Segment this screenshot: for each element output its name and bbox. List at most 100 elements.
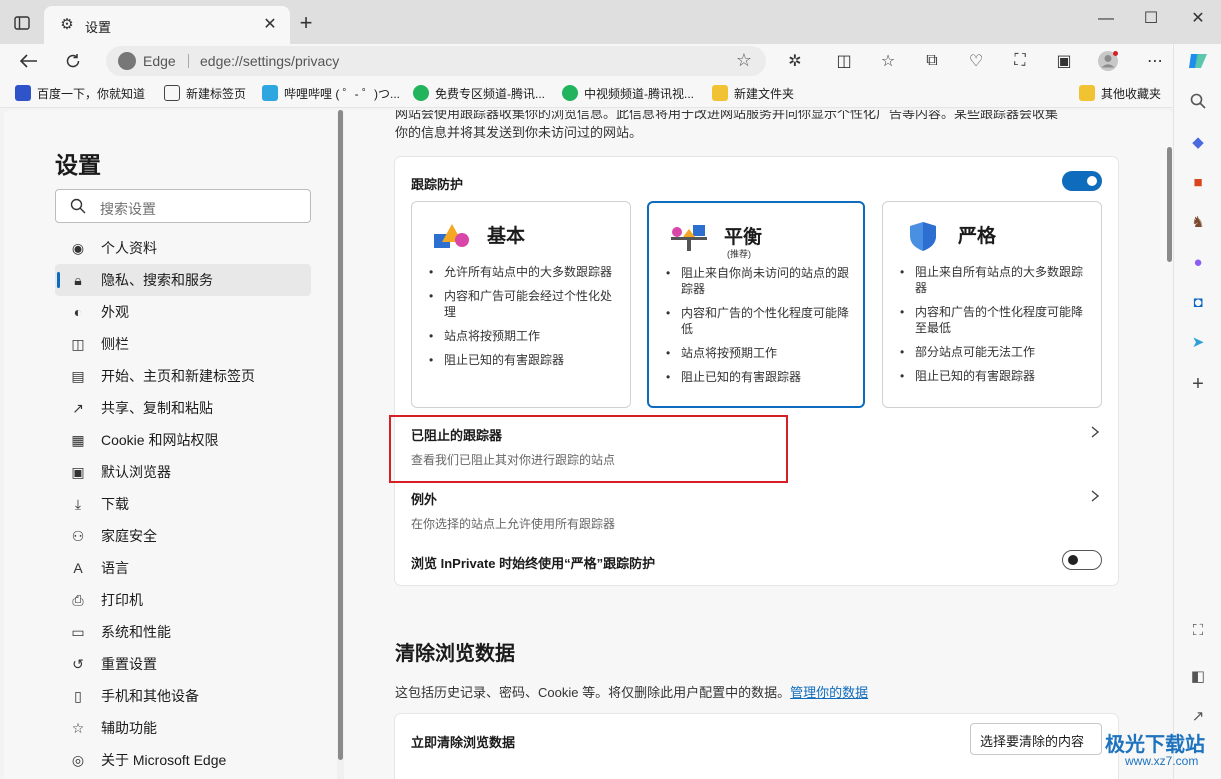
shopping-tag-icon[interactable]: ◆ bbox=[1187, 131, 1209, 153]
option-title: 严格 bbox=[958, 226, 997, 247]
sidebar-scrollbar[interactable] bbox=[337, 110, 344, 779]
inprivate-strict-toggle[interactable] bbox=[1062, 550, 1102, 570]
tools-icon[interactable]: ■ bbox=[1187, 171, 1209, 193]
favorite-star-icon[interactable]: ☆ bbox=[736, 50, 752, 71]
sidebar-item-phone[interactable]: ▯ 手机和其他设备 bbox=[55, 680, 311, 712]
sidebar-item-about[interactable]: ◎ 关于 Microsoft Edge bbox=[55, 744, 311, 776]
option-strict[interactable]: 严格 阻止来自所有站点的大多数跟踪器 内容和广告的个性化程度可能降至最低 部分站… bbox=[882, 201, 1102, 408]
sidebar-item-profile[interactable]: ◉ 个人资料 bbox=[55, 232, 311, 264]
minimize-icon[interactable]: — bbox=[1093, 8, 1119, 30]
sidebar-item-label: 手机和其他设备 bbox=[101, 688, 199, 704]
external-link-icon[interactable]: ↗ bbox=[1187, 705, 1209, 727]
profile-avatar-icon[interactable] bbox=[1095, 49, 1121, 73]
option-bullet: 阻止来自所有站点的大多数跟踪器 bbox=[898, 264, 1094, 296]
search-input[interactable]: 搜索设置 bbox=[55, 189, 311, 223]
close-tab-icon[interactable]: ✕ bbox=[260, 15, 280, 35]
sidebar-item-label: 语言 bbox=[101, 560, 129, 576]
outlook-icon[interactable]: ◘ bbox=[1187, 291, 1209, 313]
tab-actions-icon[interactable] bbox=[10, 11, 34, 35]
option-bullet: 站点将按预期工作 bbox=[427, 328, 623, 344]
bilibili-icon bbox=[262, 85, 278, 101]
back-icon[interactable] bbox=[16, 49, 42, 73]
sidebar-item-printers[interactable]: ⎙ 打印机 bbox=[55, 584, 311, 616]
chevron-right-icon bbox=[1091, 490, 1100, 502]
sidebar-item-label: 共享、复制和粘贴 bbox=[101, 400, 213, 416]
main-scrollbar[interactable] bbox=[1166, 110, 1173, 779]
manage-data-link[interactable]: 管理你的数据 bbox=[790, 685, 868, 700]
sidebar-item-privacy[interactable]: 🔒︎ 隐私、搜索和服务 bbox=[55, 264, 311, 296]
sidebar-item-start[interactable]: ▤ 开始、主页和新建标签页 bbox=[55, 360, 311, 392]
more-icon[interactable]: ⋯ bbox=[1142, 49, 1168, 73]
bookmark-item[interactable]: 免费专区频道-腾讯... bbox=[413, 84, 545, 102]
inprivate-strict-label: 浏览 InPrivate 时始终使用“严格”跟踪防护 bbox=[411, 556, 656, 571]
tab-settings[interactable]: ⚙ 设置 ✕ bbox=[44, 6, 290, 44]
sidebar-item-reset[interactable]: ↺ 重置设置 bbox=[55, 648, 311, 680]
choose-what-to-clear-button[interactable]: 选择要清除的内容 bbox=[970, 723, 1102, 755]
screenshot-icon[interactable]: ⛶ bbox=[1007, 49, 1033, 73]
sidebar-item-label: 默认浏览器 bbox=[101, 464, 171, 480]
share-icon: ↗ bbox=[72, 399, 84, 416]
sidebar-item-default-browser[interactable]: ▣ 默认浏览器 bbox=[55, 456, 311, 488]
option-bullets: 阻止来自所有站点的大多数跟踪器 内容和广告的个性化程度可能降至最低 部分站点可能… bbox=[898, 264, 1094, 392]
toolbar: Edge edge://settings/privacy ☆ ✲ ◫ ☆ ⧉ ♡… bbox=[0, 44, 1173, 78]
option-basic[interactable]: 基本 允许所有站点中的大多数跟踪器 内容和广告可能会经过个性化处理 站点将按预期… bbox=[411, 201, 631, 408]
games-icon[interactable]: ♞ bbox=[1187, 211, 1209, 233]
hide-sidebar-icon[interactable]: ◧ bbox=[1187, 665, 1209, 687]
bookmark-item[interactable]: 哔哩哔哩 ( ゜- ゜)つ... bbox=[262, 84, 400, 102]
split-screen-icon[interactable]: ◫ bbox=[831, 49, 857, 73]
add-icon[interactable]: + bbox=[1187, 373, 1209, 395]
scrollbar-thumb[interactable] bbox=[338, 110, 343, 760]
option-balanced[interactable]: 平衡 (推荐) 阻止来自你尚未访问的站点的跟踪器 内容和广告的个性化程度可能降低… bbox=[647, 201, 865, 408]
bookmark-item[interactable]: 百度一下，你就知道 bbox=[15, 84, 145, 102]
sidebar-item-appearance[interactable]: ◐ 外观 bbox=[55, 296, 311, 328]
bookmark-label: 哔哩哔哩 ( ゜- ゜)つ... bbox=[284, 86, 400, 101]
address-bar[interactable]: Edge edge://settings/privacy ☆ bbox=[106, 46, 766, 76]
other-favorites-folder[interactable]: 其他收藏夹 bbox=[1079, 84, 1161, 102]
option-title: 平衡 bbox=[724, 227, 763, 248]
sidebar-item-sidebar[interactable]: ◫ 侧栏 bbox=[55, 328, 311, 360]
language-icon: A bbox=[73, 560, 83, 576]
refresh-icon[interactable] bbox=[60, 49, 86, 73]
bookmark-folder[interactable]: 新建文件夹 bbox=[712, 84, 794, 102]
workspaces-icon[interactable]: ▣ bbox=[1051, 49, 1077, 73]
sidebar-item-accessibility[interactable]: ☆ 辅助功能 bbox=[55, 712, 311, 744]
search-icon[interactable] bbox=[1187, 90, 1209, 112]
send-icon[interactable]: ➤ bbox=[1187, 331, 1209, 353]
sidebar-item-label: 打印机 bbox=[101, 592, 143, 608]
performance-icon[interactable]: ♡ bbox=[963, 49, 989, 73]
microsoft365-icon[interactable]: ● bbox=[1187, 251, 1209, 273]
option-bullet: 内容和广告的个性化程度可能降低 bbox=[664, 305, 860, 337]
palette-icon: ◐ bbox=[73, 304, 83, 320]
sidebar-item-cookies[interactable]: ▦ Cookie 和网站权限 bbox=[55, 424, 311, 456]
sidebar-item-label: 关于 Microsoft Edge bbox=[101, 752, 227, 768]
option-bullets: 阻止来自你尚未访问的站点的跟踪器 内容和广告的个性化程度可能降低 站点将按预期工… bbox=[664, 265, 860, 393]
sidebar-item-label: 辅助功能 bbox=[101, 720, 157, 736]
maximize-icon[interactable]: ☐ bbox=[1138, 8, 1164, 30]
reset-icon: ↺ bbox=[72, 655, 84, 672]
main-content: 网站会使用跟踪器收集你的浏览信息。此信息将用于改进网站服务并向你显示个性化广告等… bbox=[344, 110, 1173, 779]
extensions-icon[interactable]: ✲ bbox=[782, 49, 808, 73]
window-close-icon[interactable]: ✕ bbox=[1185, 8, 1211, 30]
sidebar-item-share[interactable]: ↗ 共享、复制和粘贴 bbox=[55, 392, 311, 424]
scrollbar-thumb[interactable] bbox=[1167, 147, 1172, 262]
favorites-icon[interactable]: ☆ bbox=[875, 49, 901, 73]
sidebar-item-downloads[interactable]: ⤓ 下载 bbox=[55, 488, 311, 520]
copilot-icon[interactable] bbox=[1187, 50, 1209, 72]
collections-icon[interactable]: ⧉ bbox=[919, 49, 945, 73]
option-bullet: 允许所有站点中的大多数跟踪器 bbox=[427, 264, 623, 280]
option-bullet: 内容和广告的个性化程度可能降至最低 bbox=[898, 304, 1094, 336]
new-tab-icon bbox=[164, 85, 180, 101]
screen-capture-icon[interactable]: ⛶ bbox=[1187, 619, 1209, 641]
sidebar-item-label: 外观 bbox=[101, 304, 129, 320]
tracking-toggle[interactable] bbox=[1062, 171, 1102, 191]
sidebar-item-family[interactable]: ⚇ 家庭安全 bbox=[55, 520, 311, 552]
url-text[interactable]: edge://settings/privacy bbox=[200, 53, 339, 69]
clear-data-heading: 清除浏览数据 bbox=[395, 643, 515, 665]
new-tab-button[interactable]: + bbox=[295, 12, 317, 34]
favorites-bar: 百度一下，你就知道 新建标签页 哔哩哔哩 ( ゜- ゜)つ... 免费专区频道-… bbox=[0, 78, 1173, 108]
watermark-title: 极光下载站 bbox=[1105, 734, 1205, 756]
sidebar-item-system[interactable]: ▭ 系统和性能 bbox=[55, 616, 311, 648]
sidebar-item-languages[interactable]: A 语言 bbox=[55, 552, 311, 584]
bookmark-item[interactable]: 中视频频道-腾讯视... bbox=[562, 84, 694, 102]
bookmark-item[interactable]: 新建标签页 bbox=[164, 84, 246, 102]
